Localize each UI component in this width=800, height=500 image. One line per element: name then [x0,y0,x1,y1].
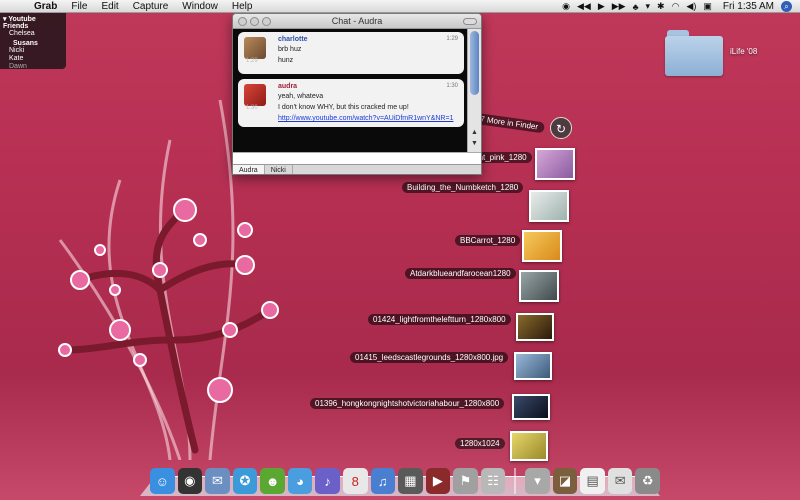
dock: ☺ ◉ ✉ ✪ ☻ ◕ ♪ 8 ♫ ▦ ▶ ⚑ ☷ ▾ ◪ ▤ ✉ ♻ [150,462,661,494]
dock-separator [514,468,517,494]
dashboard-icon[interactable]: ◉ [177,468,203,494]
buddy-chelsea[interactable]: Chelsea [3,30,63,38]
mail-icon[interactable]: ✉ [205,468,230,494]
message-sender: audra [278,83,298,90]
stack-item-thumbnail [522,230,562,262]
stack-item-thumbnail [512,394,550,420]
stack-item-thumbnail [514,352,552,380]
dropdown-icon[interactable]: ▾ [645,1,650,12]
network-icon[interactable]: ⚑ [453,468,478,494]
menu-extras: ◉ ◀◀ ▶ ▶▶ ♣ ▾ ✱ ◠ ◀) ▣ Fri 1:35 AM ⌕ [562,0,792,13]
app-menu[interactable]: Grab [34,1,57,12]
stack-item-thumbnail [535,148,575,180]
menu-help[interactable]: Help [232,1,253,12]
flag-icon[interactable]: ▣ [703,1,712,12]
wifi-icon[interactable]: ◠ [672,1,680,12]
finder-icon[interactable]: ☺ [150,468,175,494]
stack-item-thumbnail [529,190,569,222]
video-icon[interactable]: ▶ [425,468,451,494]
downloads-stack-icon[interactable]: ▾ [525,468,550,494]
documents-stack-icon[interactable]: ▤ [580,468,605,494]
avatar [244,37,266,59]
message-charlotte: 1:29 charlotte brb huz 1:29 hunz [238,32,464,74]
message-audra: 1:30 audra yeah, whateva 1:30 I don't kno… [238,79,464,127]
message-text: 1:29 hunz [246,57,294,64]
stack-item-label: BBCarrot_1280 [455,235,521,246]
ilife-folder-icon[interactable] [665,28,725,76]
chat-title: Chat - Audra [331,16,383,26]
scrollbar-thumb[interactable] [470,31,479,95]
music-icon[interactable]: ♫ [370,468,396,494]
next-track-icon[interactable]: ▶▶ [612,1,626,12]
trash-icon[interactable]: ♻ [635,468,661,494]
menu-window[interactable]: Window [182,1,218,12]
toolbar-toggle-button[interactable] [463,18,477,25]
stack-item-label: 01424_lightfromtheleftturn_1280x800 [368,314,511,325]
tab-audra[interactable]: Audra [233,165,265,174]
menu-edit[interactable]: Edit [101,1,118,12]
stack-item-label: Building_the_Numbketch_1280 [402,182,524,193]
scroll-up-arrow-icon[interactable]: ▲ [469,129,480,139]
transcript-scrollbar[interactable]: ▲ ▼ [467,29,481,152]
message-text: 1:30 I don't know WHY, but this cracked m… [246,104,409,111]
safari-icon[interactable]: ✪ [232,468,258,494]
menu-capture[interactable]: Capture [133,1,169,12]
volume-icon[interactable]: ◀) [686,1,696,12]
ical-icon[interactable]: 8 [342,468,368,494]
open-in-finder-arrow-icon[interactable]: ↻ [550,117,572,139]
status-icon[interactable]: ◉ [562,1,570,12]
message-time: 1:29 [446,36,458,42]
stack-item-label: Atdarkblueandfarocean1280 [405,268,516,279]
menu-clock[interactable]: Fri 1:35 AM [723,1,774,12]
avatar [244,84,266,106]
zoom-button[interactable] [262,17,271,26]
spotlight-icon[interactable]: ⌕ [781,1,792,12]
mail-stack-icon[interactable]: ✉ [607,468,633,494]
itunes-icon[interactable]: ♪ [315,468,340,494]
close-button[interactable] [238,17,247,26]
stack-item-label: 01396_hongkongnightshotvictoriahabour_12… [310,398,505,409]
play-icon[interactable]: ▶ [598,1,605,12]
menu-file[interactable]: File [71,1,87,12]
menu-bar: Grab File Edit Capture Window Help ◉ ◀◀ … [0,0,800,13]
chat-tabs: Audra Nicki [233,164,481,174]
chat-window: Chat - Audra 1:29 charlotte brb huz 1:29… [232,13,482,175]
utility-icon[interactable]: ☷ [480,468,506,494]
scroll-down-arrow-icon[interactable]: ▼ [469,140,480,150]
adium-icon[interactable]: ☻ [260,468,285,494]
bluetooth-icon[interactable]: ✱ [657,1,665,12]
buddy-group-youtube-friends[interactable]: ▾ Youtube Friends [3,15,63,30]
message-stamp: 1:29 [246,58,258,64]
folder-label[interactable]: iLife '08 [730,47,757,56]
message-sender: charlotte [278,36,308,43]
message-stamp: 1:30 [246,105,258,111]
chat-titlebar[interactable]: Chat - Audra [233,14,481,29]
message-text: yeah, whateva [278,93,324,100]
minimize-button[interactable] [250,17,259,26]
photos-icon[interactable]: ▦ [398,468,423,494]
stack-item-label: 1280x1024 [455,438,505,449]
stack-item-thumbnail [510,431,548,461]
stack-item-label: 01415_leedscastlegrounds_1280x800.jpg [350,352,509,363]
message-input[interactable] [233,152,481,164]
previous-track-icon[interactable]: ◀◀ [577,1,591,12]
stack-item-thumbnail [519,270,559,302]
paw-icon[interactable]: ♣ [633,2,639,12]
message-link[interactable]: http://www.youtube.com/watch?v=AUiDfmR1w… [278,115,458,123]
pictures-stack-icon[interactable]: ◪ [552,468,578,494]
message-text: brb huz [278,46,302,53]
stack-item-thumbnail [516,313,554,341]
message-time: 1:30 [446,83,458,89]
chat-transcript: 1:29 charlotte brb huz 1:29 hunz 1:30 aud… [233,29,469,152]
ichat-icon[interactable]: ◕ [287,468,313,494]
tab-nicki[interactable]: Nicki [265,165,293,174]
